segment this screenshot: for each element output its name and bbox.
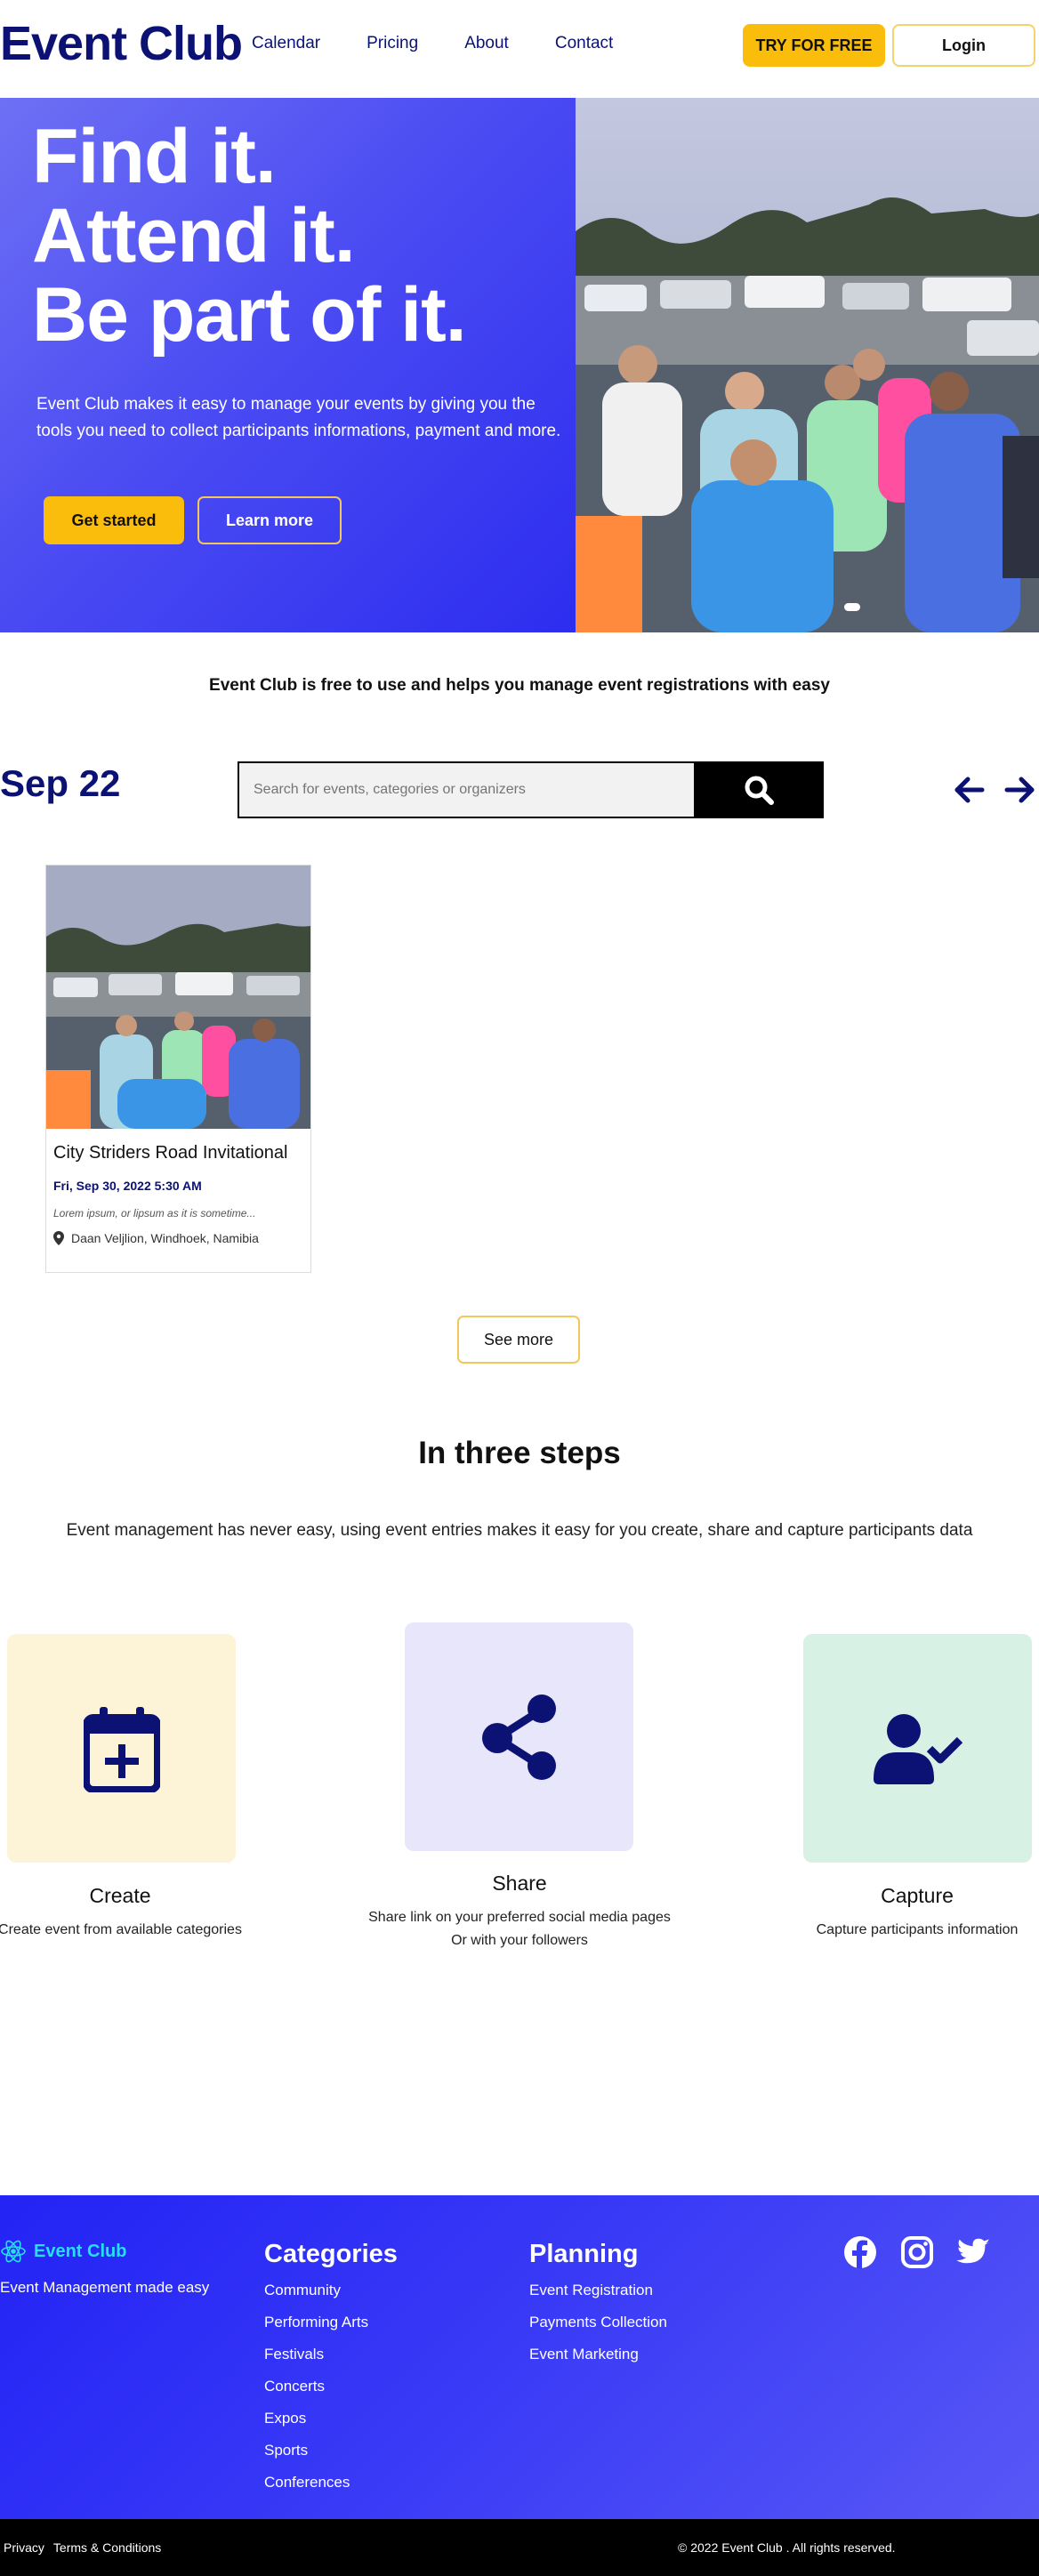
event-date: Fri, Sep 30, 2022 5:30 AM <box>53 1179 202 1193</box>
footer-brand[interactable]: Event Club <box>0 2238 126 2265</box>
footer-link-performing-arts[interactable]: Performing Arts <box>264 2314 368 2346</box>
hero-section: Find it. Attend it. Be part of it. Event… <box>0 98 1039 632</box>
search-icon <box>745 776 774 805</box>
tagline: Event Club is free to use and helps you … <box>209 676 830 695</box>
footer-link-payments-collection[interactable]: Payments Collection <box>529 2314 667 2346</box>
react-atom-icon <box>1 2240 26 2263</box>
see-more-button[interactable]: See more <box>457 1316 580 1364</box>
footer-link-concerts[interactable]: Concerts <box>264 2378 368 2410</box>
date-label: Sep 22 <box>0 762 121 804</box>
facebook-icon[interactable] <box>842 2234 878 2270</box>
step-share-card <box>405 1622 633 1851</box>
step-share-desc: Share link on your preferred social medi… <box>368 1910 671 1948</box>
footer: Event Club Event Management made easy Ca… <box>0 2195 1039 2519</box>
top-nav: Event Club Calendar Pricing About Contac… <box>0 0 1039 98</box>
footer-link-community[interactable]: Community <box>264 2282 368 2314</box>
nav-links: Calendar Pricing About Contact <box>252 34 659 53</box>
hero-image <box>576 98 1039 632</box>
login-button[interactable]: Login <box>892 24 1035 67</box>
nav-link-contact[interactable]: Contact <box>555 34 613 53</box>
runners-photo <box>576 98 1039 632</box>
hero-title-line: Be part of it. <box>32 272 467 358</box>
event-description: Lorem ipsum, or lipsum as it is sometime… <box>53 1207 256 1220</box>
map-pin-icon <box>53 1231 64 1245</box>
hero-panel: Find it. Attend it. Be part of it. Event… <box>0 98 576 632</box>
copyright-text: © 2022 Event Club . All rights reserved. <box>678 2540 896 2555</box>
footer-categories-list: Community Performing Arts Festivals Conc… <box>264 2282 368 2506</box>
nav-link-pricing[interactable]: Pricing <box>366 34 418 53</box>
arrow-right-icon[interactable] <box>1002 772 1037 808</box>
legal-links: Privacy Terms & Conditions <box>4 2540 170 2555</box>
brand-logo[interactable]: Event Club <box>0 16 243 71</box>
footer-link-festivals[interactable]: Festivals <box>264 2346 368 2378</box>
nav-link-about[interactable]: About <box>464 34 509 53</box>
arrow-left-icon[interactable] <box>952 772 987 808</box>
hero-description: Event Club makes it easy to manage your … <box>36 395 561 440</box>
hero-title: Find it. Attend it. Be part of it. <box>32 114 467 358</box>
search-button[interactable] <box>694 761 824 818</box>
search-input[interactable] <box>239 763 694 817</box>
step-create-card <box>7 1634 236 1863</box>
step-capture-desc: Capture participants information <box>816 1922 1019 1937</box>
footer-link-sports[interactable]: Sports <box>264 2442 368 2474</box>
hero-title-line: Find it. <box>32 114 277 199</box>
nav-link-calendar[interactable]: Calendar <box>252 34 320 53</box>
event-title[interactable]: City Striders Road Invitational <box>53 1143 287 1163</box>
event-image <box>46 865 310 1129</box>
footer-link-event-marketing[interactable]: Event Marketing <box>529 2346 667 2378</box>
get-started-button[interactable]: Get started <box>44 496 184 544</box>
footer-tagline: Event Management made easy <box>0 2279 210 2296</box>
step-capture-card <box>803 1634 1032 1863</box>
carousel-dot[interactable] <box>844 603 860 611</box>
event-location: Daan Veljlion, Windhoek, Namibia <box>53 1231 259 1245</box>
step-share-title: Share <box>492 1872 547 1895</box>
step-capture-title: Capture <box>881 1884 954 1907</box>
try-for-free-button[interactable]: TRY FOR FREE <box>743 24 885 67</box>
footer-brand-name: Event Club <box>34 2241 127 2261</box>
terms-link[interactable]: Terms & Conditions <box>53 2540 161 2555</box>
search-field[interactable] <box>238 761 694 818</box>
steps-subtitle: Event management has never easy, using e… <box>66 1521 973 1540</box>
footer-link-event-registration[interactable]: Event Registration <box>529 2282 667 2314</box>
footer-planning-title: Planning <box>529 2240 639 2268</box>
steps-title: In three steps <box>418 1436 621 1470</box>
user-check-icon <box>873 1713 962 1784</box>
footer-link-expos[interactable]: Expos <box>264 2410 368 2442</box>
calendar-plus-icon <box>83 1706 160 1792</box>
twitter-icon[interactable] <box>956 2234 992 2270</box>
event-card[interactable]: City Striders Road Invitational Fri, Sep… <box>45 865 311 1273</box>
bottom-bar: Privacy Terms & Conditions © 2022 Event C… <box>0 2519 1039 2576</box>
share-icon <box>481 1694 556 1780</box>
footer-planning-list: Event Registration Payments Collection E… <box>529 2282 667 2378</box>
privacy-link[interactable]: Privacy <box>4 2540 44 2555</box>
event-location-text: Daan Veljlion, Windhoek, Namibia <box>71 1231 259 1245</box>
learn-more-button[interactable]: Learn more <box>197 496 342 544</box>
footer-categories-title: Categories <box>264 2240 398 2268</box>
footer-link-conferences[interactable]: Conferences <box>264 2474 368 2506</box>
step-create-desc: Create event from available categories <box>0 1922 242 1937</box>
hero-title-line: Attend it. <box>32 193 356 278</box>
instagram-icon[interactable] <box>899 2234 935 2270</box>
event-photo <box>46 865 310 1129</box>
step-create-title: Create <box>89 1884 151 1907</box>
